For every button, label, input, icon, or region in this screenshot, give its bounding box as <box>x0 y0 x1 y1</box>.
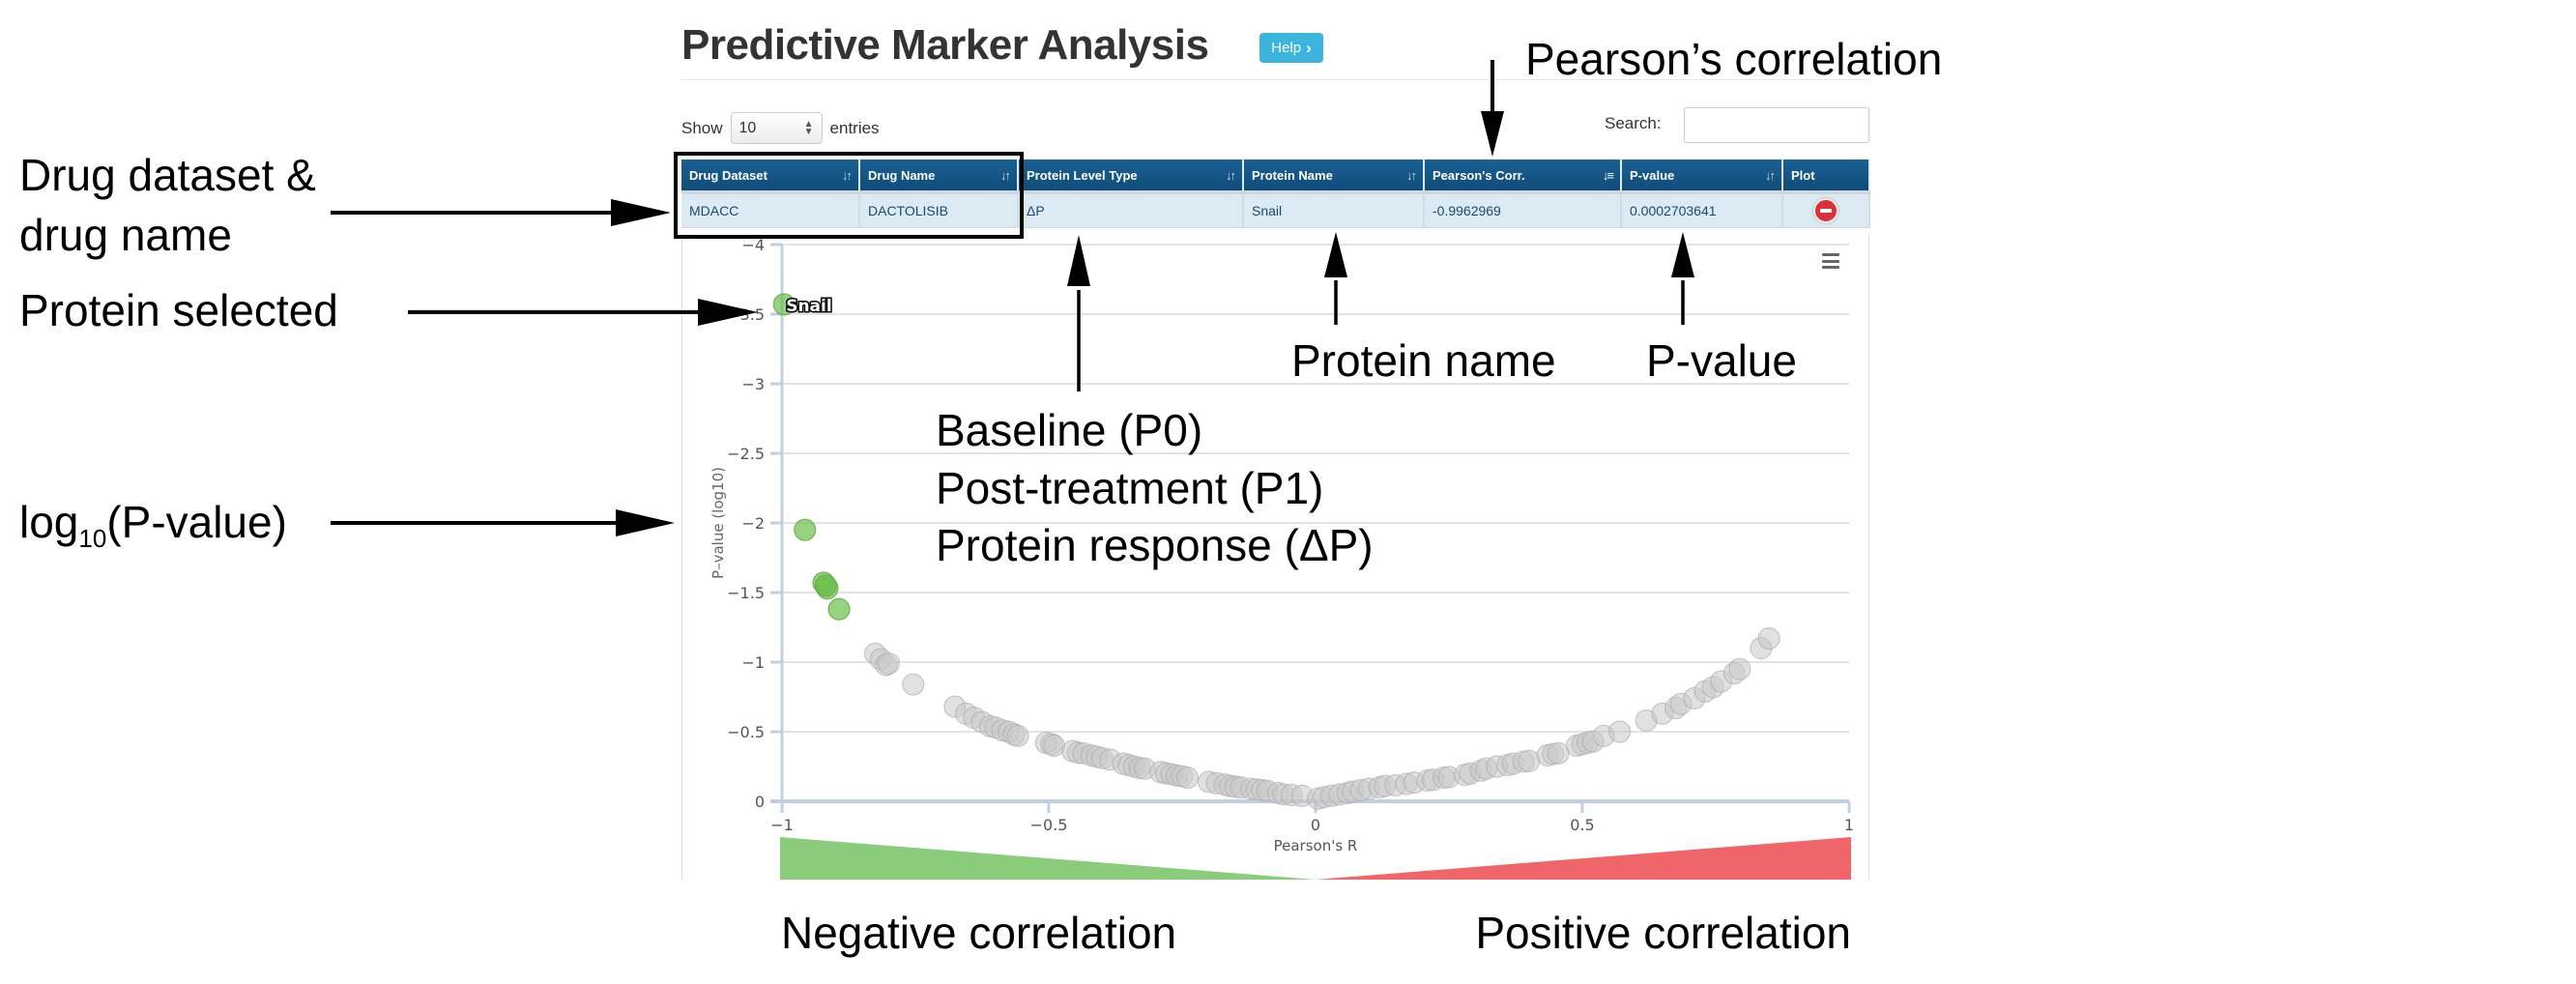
annotation-drug-dataset-line1: Drug dataset & <box>19 150 316 200</box>
arrow-drug-dataset <box>331 199 671 226</box>
annotation-p-value: P-value <box>1646 335 1797 386</box>
annotation-baseline: Baseline (P0) <box>936 405 1203 455</box>
arrow-protein-level-type <box>1067 235 1090 391</box>
arrow-pearson <box>1481 60 1504 157</box>
annotation-protein-selected: Protein selected <box>19 285 338 335</box>
annotation-negative-correlation: Negative correlation <box>781 908 1177 958</box>
annotation-pearson: Pearson’s correlation <box>1525 34 1943 84</box>
annotation-protein-response: Protein response (ΔP) <box>936 520 1374 570</box>
arrow-p-value <box>1671 232 1694 325</box>
arrow-protein-selected <box>408 299 758 326</box>
annotation-positive-correlation: Positive correlation <box>1475 908 1851 958</box>
arrow-log-pvalue <box>331 509 675 536</box>
annotation-post-treatment: Post-treatment (P1) <box>936 463 1324 513</box>
annotation-protein-name: Protein name <box>1291 335 1556 386</box>
arrow-protein-name <box>1324 232 1347 325</box>
annotation-drug-dataset-line2: drug name <box>19 210 232 260</box>
annotation-log-pvalue: log10(P-value) <box>19 497 287 554</box>
